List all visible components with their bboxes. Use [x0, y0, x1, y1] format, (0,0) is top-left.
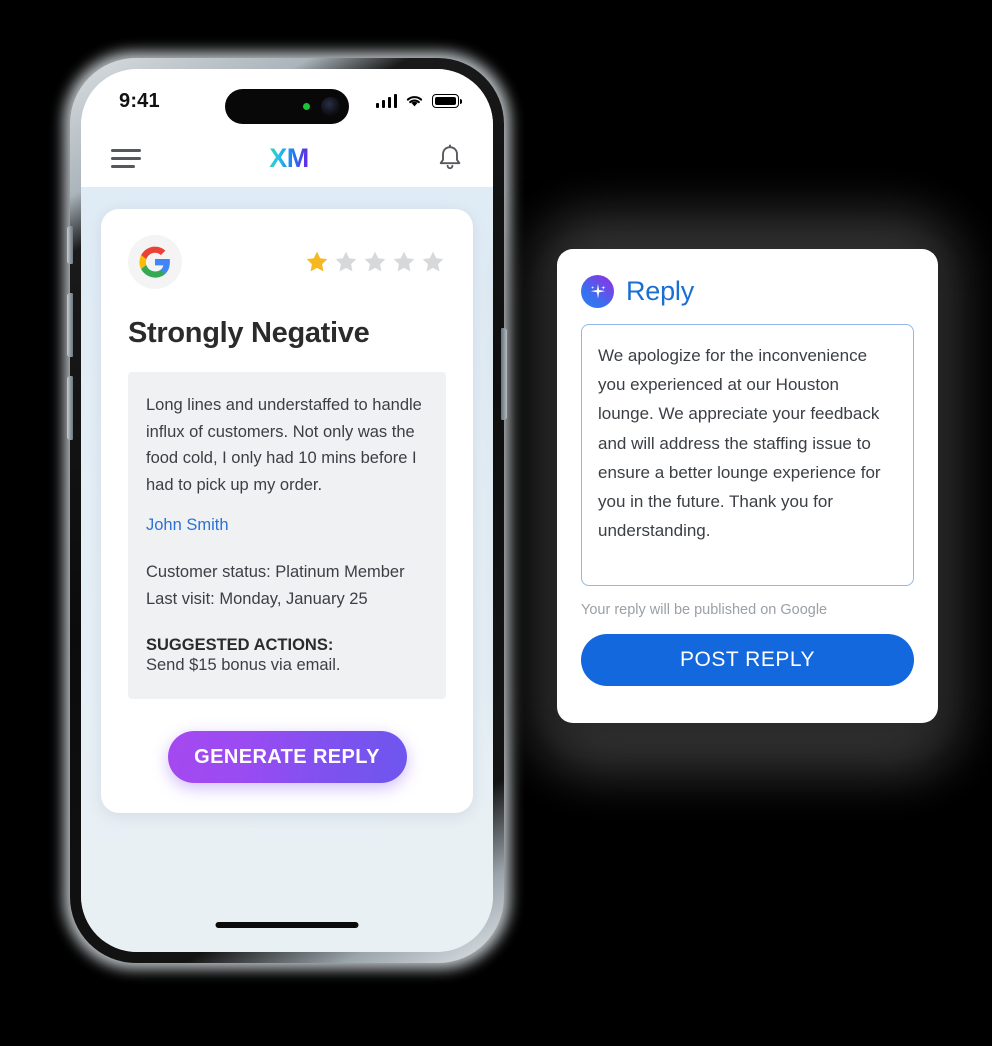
review-text: Long lines and understaffed to handle in…	[146, 396, 422, 495]
star-rating	[304, 249, 446, 275]
dynamic-island	[225, 89, 349, 124]
status-bar-time: 9:41	[119, 89, 160, 112]
battery-full-icon	[432, 94, 462, 108]
google-logo-icon	[128, 235, 182, 289]
phone-volume-down-button[interactable]	[67, 376, 73, 440]
status-bar-icons	[375, 93, 462, 108]
front-camera-icon	[321, 97, 340, 116]
camera-active-indicator	[303, 103, 310, 110]
review-detail-block: Long lines and understaffed to handle in…	[128, 372, 446, 700]
phone-power-button[interactable]	[501, 328, 507, 420]
notification-bell-icon[interactable]	[437, 143, 463, 173]
customer-status: Customer status: Platinum Member	[146, 562, 405, 581]
phone-mute-switch[interactable]	[67, 226, 73, 264]
review-card: Strongly Negative Long lines and underst…	[101, 209, 473, 814]
sentiment-title: Strongly Negative	[128, 317, 370, 349]
phone-screen: 9:41 XM Strongly Negative Long lines and…	[81, 69, 493, 952]
suggested-action-text: Send $15 bonus via email.	[146, 656, 341, 675]
reply-card-header: Reply	[581, 275, 914, 308]
star-empty-icon	[335, 251, 357, 272]
status-bar: 9:41	[81, 69, 493, 129]
ai-sparkle-icon	[581, 275, 614, 308]
xm-logo: XM	[269, 142, 309, 173]
post-reply-button[interactable]: POST REPLY	[581, 634, 914, 686]
customer-meta-block: Customer status: Platinum Member Last vi…	[146, 559, 428, 612]
star-empty-icon	[422, 251, 444, 272]
star-filled-icon	[306, 251, 328, 272]
star-empty-icon	[364, 251, 386, 272]
phone-volume-up-button[interactable]	[67, 293, 73, 357]
suggested-actions-label: SUGGESTED ACTIONS:	[146, 636, 334, 655]
app-scroll-area[interactable]: Strongly Negative Long lines and underst…	[81, 187, 493, 952]
phone-mockup: 9:41 XM Strongly Negative Long lines and…	[58, 48, 516, 973]
home-indicator	[215, 922, 359, 928]
reply-textarea[interactable]: We apologize for the inconvenience you e…	[581, 324, 914, 586]
generate-reply-button[interactable]: GENERATE REPLY	[167, 731, 407, 784]
hamburger-menu-icon[interactable]	[111, 148, 141, 168]
phone-frame: 9:41 XM Strongly Negative Long lines and…	[67, 58, 507, 963]
wifi-icon	[406, 96, 423, 107]
cellular-signal-icon	[375, 93, 397, 108]
reply-text: We apologize for the inconvenience you e…	[598, 346, 881, 541]
reply-publish-note: Your reply will be published on Google	[581, 602, 828, 618]
app-header: XM	[81, 129, 493, 187]
star-empty-icon	[393, 251, 415, 272]
reply-card: Reply We apologize for the inconvenience…	[557, 249, 938, 723]
review-card-header	[128, 235, 446, 289]
last-visit: Last visit: Monday, January 25	[146, 589, 368, 608]
reply-card-title: Reply	[626, 276, 695, 306]
reviewer-name-link[interactable]: John Smith	[146, 516, 428, 535]
